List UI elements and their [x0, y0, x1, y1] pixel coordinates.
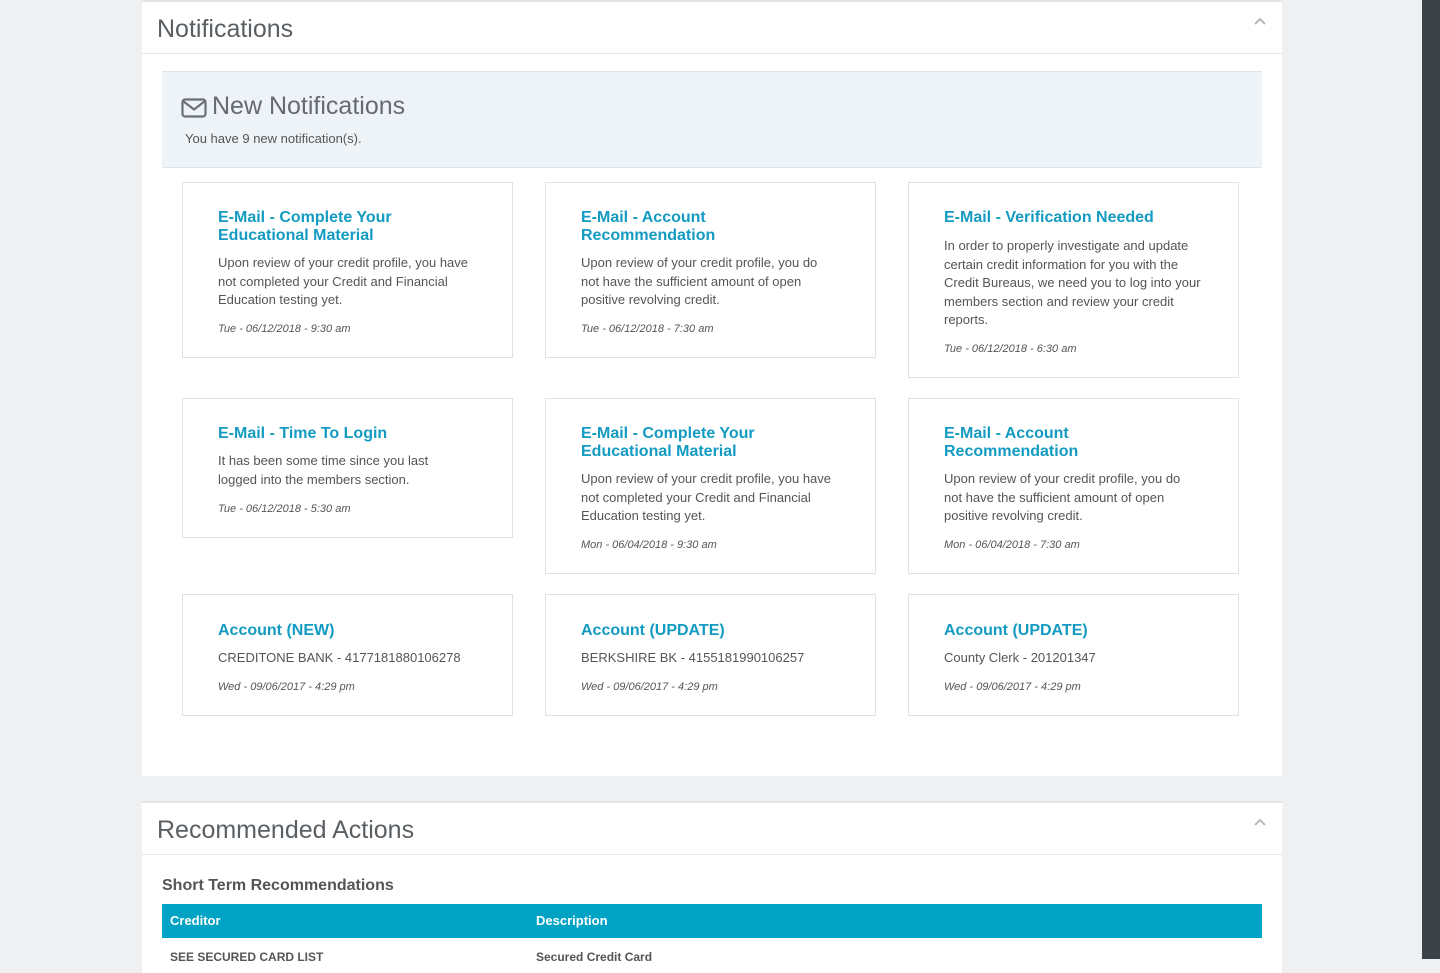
notification-card[interactable]: E-Mail - Account Recommendation Upon rev… — [545, 182, 876, 358]
notification-title[interactable]: Account (UPDATE) — [944, 622, 1194, 640]
short-term-recommendations-heading: Short Term Recommendations — [162, 877, 394, 894]
new-notifications-title: New Notifications — [212, 92, 406, 120]
notification-card[interactable]: E-Mail - Verification Needed In order to… — [908, 182, 1239, 378]
description-cell: Secured Credit Card — [536, 950, 653, 964]
envelope-icon — [181, 98, 207, 123]
notification-date: Wed - 09/06/2017 - 4:29 pm — [581, 681, 718, 693]
new-notifications-count: You have 9 new notification(s). — [185, 131, 362, 146]
notification-date: Wed - 09/06/2017 - 4:29 pm — [944, 681, 1081, 693]
notification-body: County Clerk - 201201347 — [944, 650, 1096, 665]
notifications-panel-title: Notifications — [157, 15, 294, 43]
recommended-panel-header: Recommended Actions — [142, 803, 1282, 855]
notifications-panel-header: Notifications — [142, 2, 1282, 54]
column-header-description[interactable]: Description — [536, 913, 608, 928]
chevron-up-icon[interactable] — [1252, 14, 1268, 30]
notification-title[interactable]: E-Mail - Account Recommendation — [944, 425, 1194, 461]
notification-card[interactable]: E-Mail - Complete Your Educational Mater… — [182, 182, 513, 358]
notification-date: Tue - 06/12/2018 - 6:30 am — [944, 343, 1077, 355]
notifications-panel: Notifications New Notifications You have… — [142, 0, 1282, 776]
notification-date: Tue - 06/12/2018 - 7:30 am — [581, 323, 714, 335]
notification-body: CREDITONE BANK - 4177181880106278 — [218, 650, 461, 665]
notification-title[interactable]: E-Mail - Time To Login — [218, 425, 468, 443]
notification-card[interactable]: Account (UPDATE) County Clerk - 20120134… — [908, 594, 1239, 716]
column-header-creditor[interactable]: Creditor — [170, 913, 221, 928]
notification-date: Wed - 09/06/2017 - 4:29 pm — [218, 681, 355, 693]
notification-title[interactable]: E-Mail - Complete Your Educational Mater… — [218, 209, 468, 245]
notification-date: Tue - 06/12/2018 - 9:30 am — [218, 323, 351, 335]
recommendations-table-header: Creditor Description — [162, 904, 1262, 938]
notification-body: In order to properly investigate and upd… — [944, 238, 1201, 327]
notification-title[interactable]: E-Mail - Complete Your Educational Mater… — [581, 425, 831, 461]
notification-card[interactable]: E-Mail - Account Recommendation Upon rev… — [908, 398, 1239, 574]
notification-title[interactable]: Account (NEW) — [218, 622, 468, 640]
notification-body: It has been some time since you last log… — [218, 453, 429, 487]
notification-date: Tue - 06/12/2018 - 5:30 am — [218, 503, 351, 515]
notification-title[interactable]: E-Mail - Account Recommendation — [581, 209, 831, 245]
notification-card[interactable]: Account (UPDATE) BERKSHIRE BK - 41551819… — [545, 594, 876, 716]
recommended-actions-panel: Recommended Actions Short Term Recommend… — [142, 801, 1282, 973]
notification-title[interactable]: Account (UPDATE) — [581, 622, 831, 640]
notification-date: Mon - 06/04/2018 - 7:30 am — [944, 539, 1080, 551]
new-notifications-summary: New Notifications You have 9 new notific… — [162, 71, 1262, 168]
notification-body: Upon review of your credit profile, you … — [581, 471, 832, 523]
creditor-cell: SEE SECURED CARD LIST — [170, 950, 324, 964]
notification-card[interactable]: E-Mail - Complete Your Educational Mater… — [545, 398, 876, 574]
page-scrollbar[interactable] — [1422, 0, 1440, 959]
notification-title[interactable]: E-Mail - Verification Needed — [944, 209, 1214, 227]
recommended-panel-title: Recommended Actions — [157, 816, 415, 844]
notification-card[interactable]: E-Mail - Time To Login It has been some … — [182, 398, 513, 538]
chevron-up-icon[interactable] — [1252, 815, 1268, 831]
notification-body: Upon review of your credit profile, you … — [581, 255, 818, 307]
notification-date: Mon - 06/04/2018 - 9:30 am — [581, 539, 717, 551]
notification-body: Upon review of your credit profile, you … — [218, 255, 469, 307]
notification-card[interactable]: Account (NEW) CREDITONE BANK - 417718188… — [182, 594, 513, 716]
notification-body: BERKSHIRE BK - 4155181990106257 — [581, 650, 805, 665]
notification-body: Upon review of your credit profile, you … — [944, 471, 1181, 523]
